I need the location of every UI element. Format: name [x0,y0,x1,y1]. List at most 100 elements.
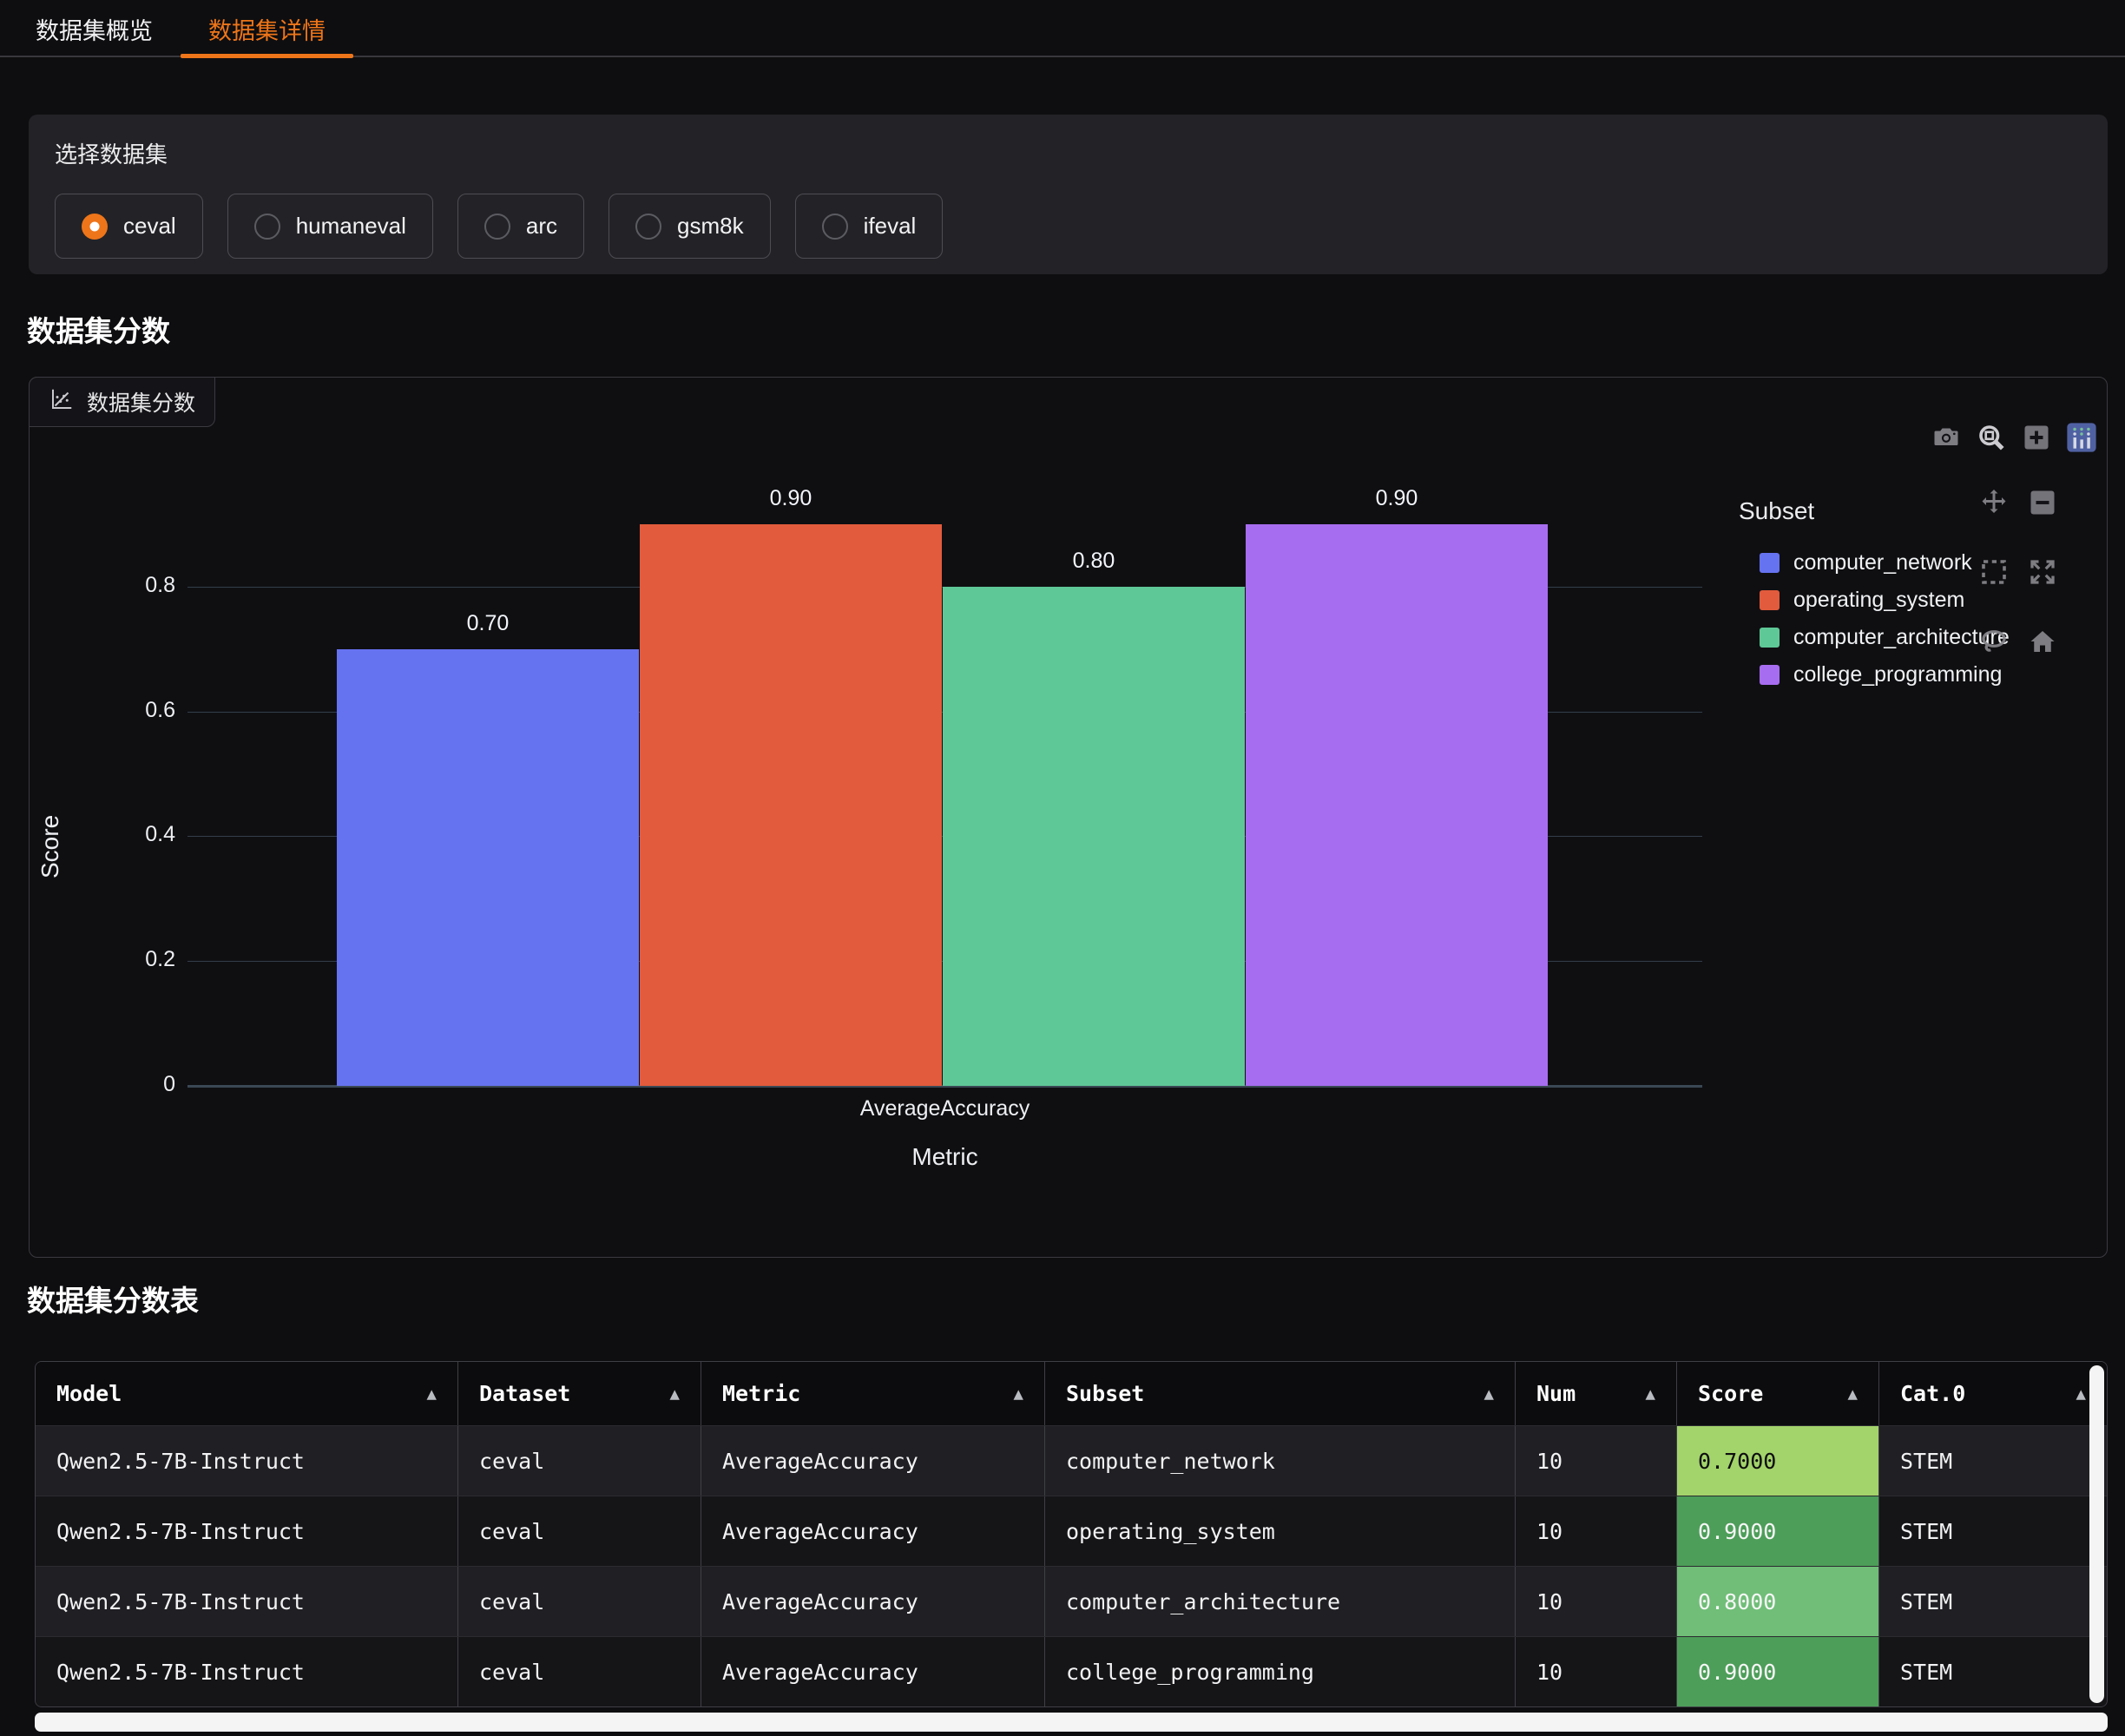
cell-cat0: STEM [1878,1426,2107,1496]
autoscale-icon[interactable] [2026,556,2059,589]
column-title: Cat.0 [1900,1381,1965,1406]
cell-dataset: ceval [457,1637,701,1706]
cell-cat0: STEM [1878,1567,2107,1636]
scatter-plot-icon [49,386,75,418]
radio-unselected-icon [484,214,510,240]
table-header-metric[interactable]: Metric ▲ [701,1362,1044,1425]
bar-college_programming[interactable] [1246,524,1548,1086]
column-title: Score [1698,1381,1763,1406]
cell-cat0: STEM [1878,1496,2107,1566]
dataset-radio-arc[interactable]: arc [457,194,584,259]
bar-operating_system[interactable] [640,524,942,1086]
cell-model: Qwen2.5-7B-Instruct [36,1637,457,1706]
cell-num: 10 [1515,1496,1676,1566]
cell-model: Qwen2.5-7B-Instruct [36,1567,457,1636]
cell-metric: AverageAccuracy [701,1496,1044,1566]
cell-metric: AverageAccuracy [701,1567,1044,1636]
y-axis-tick-label: 0.8 [30,573,175,598]
dataset-radio-ifeval[interactable]: ifeval [795,194,944,259]
plotly-logo-icon[interactable] [2065,421,2098,454]
tab-dataset-overview[interactable]: 数据集概览 [8,0,181,57]
camera-icon[interactable] [1930,421,1963,454]
table-row[interactable]: Qwen2.5-7B-InstructcevalAverageAccuracyo… [36,1496,2107,1566]
cell-metric: AverageAccuracy [701,1637,1044,1706]
plot-modebar [1930,421,2098,454]
table-header-dataset[interactable]: Dataset ▲ [457,1362,701,1425]
column-title: Model [56,1381,122,1406]
bar-value-label: 0.80 [943,549,1245,574]
legend-item-label: operating_system [1793,588,1964,613]
sort-asc-icon[interactable]: ▲ [2076,1384,2086,1404]
table-row[interactable]: Qwen2.5-7B-InstructcevalAverageAccuracyc… [36,1566,2107,1636]
zoom-icon[interactable] [1975,421,2008,454]
sort-asc-icon[interactable]: ▲ [1646,1384,1655,1404]
bar-value-label: 0.70 [337,611,639,636]
y-axis-tick-label: 0.2 [30,947,175,972]
box-select-icon[interactable] [1977,556,2010,589]
column-title: Subset [1066,1381,1144,1406]
table-header-cat-0[interactable]: Cat.0 ▲ [1878,1362,2107,1425]
pan-icon[interactable] [1977,486,2010,519]
sort-asc-icon[interactable]: ▲ [427,1384,437,1404]
chart-panel-label-text: 数据集分数 [87,386,195,418]
cell-dataset: ceval [457,1496,701,1566]
cell-num: 10 [1515,1567,1676,1636]
cell-score: 0.7000 [1676,1426,1878,1496]
table-header-subset[interactable]: Subset ▲ [1044,1362,1515,1425]
table-header-row: Model▲Dataset▲Metric▲Subset▲Num▲Score▲Ca… [36,1362,2107,1425]
chart-panel: 数据集分数 [29,377,2108,1258]
table-row[interactable]: Qwen2.5-7B-InstructcevalAverageAccuracyc… [36,1425,2107,1496]
column-title: Metric [722,1381,800,1406]
dataset-radio-group: ceval humaneval arc gsm8k ifeval [55,194,2082,259]
sort-asc-icon[interactable]: ▲ [1848,1384,1858,1404]
table-section-heading: 数据集分数表 [27,1280,2125,1321]
table-horizontal-scrollbar[interactable] [35,1713,2108,1732]
cell-subset: operating_system [1044,1496,1515,1566]
chart-panel-label: 数据集分数 [29,377,215,427]
cell-subset: college_programming [1044,1637,1515,1706]
cell-dataset: ceval [457,1567,701,1636]
column-title: Num [1536,1381,1576,1406]
dataset-radio-humaneval[interactable]: humaneval [227,194,433,259]
legend-swatch-icon [1760,590,1780,610]
cell-num: 10 [1515,1637,1676,1706]
dataset-radio-ceval[interactable]: ceval [55,194,203,259]
dataset-radio-label: ceval [123,213,176,240]
top-tabbar: 数据集概览 数据集详情 [0,0,2125,57]
sort-asc-icon[interactable]: ▲ [1484,1384,1494,1404]
dataset-selector-label: 选择数据集 [55,137,2082,169]
dataset-radio-label: ifeval [864,213,917,240]
table-header-score[interactable]: Score ▲ [1676,1362,1878,1425]
tab-dataset-details[interactable]: 数据集详情 [181,0,353,57]
sort-asc-icon[interactable]: ▲ [1014,1384,1023,1404]
dataset-radio-gsm8k[interactable]: gsm8k [609,194,771,259]
table-vertical-scrollbar[interactable] [2089,1365,2104,1703]
table-header-num[interactable]: Num ▲ [1515,1362,1676,1425]
table-header-model[interactable]: Model ▲ [36,1362,457,1425]
bar-value-label: 0.90 [1246,486,1548,511]
cell-dataset: ceval [457,1426,701,1496]
column-title: Dataset [479,1381,570,1406]
chart-section-heading: 数据集分数 [27,311,2125,352]
zoom-out-icon[interactable] [2026,486,2059,519]
reset-axes-icon[interactable] [2026,625,2059,658]
bar-value-label: 0.90 [640,486,942,511]
radio-selected-icon [82,214,108,240]
bar-computer_network[interactable] [337,649,639,1086]
table-body: Qwen2.5-7B-InstructcevalAverageAccuracyc… [36,1425,2107,1706]
tab-dataset-details-label: 数据集详情 [208,12,326,46]
table-row[interactable]: Qwen2.5-7B-InstructcevalAverageAccuracyc… [36,1636,2107,1706]
cell-score: 0.9000 [1676,1496,1878,1566]
y-axis-tick-label: 0.6 [30,698,175,723]
lasso-icon[interactable] [1977,625,2010,658]
radio-unselected-icon [635,214,661,240]
cell-score: 0.8000 [1676,1567,1878,1636]
x-axis-tick-label: AverageAccuracy [188,1096,1702,1121]
sort-asc-icon[interactable]: ▲ [670,1384,680,1404]
cell-subset: computer_network [1044,1426,1515,1496]
zoom-in-icon[interactable] [2020,421,2053,454]
dataset-selector-panel: 选择数据集 ceval humaneval arc gsm8k ifeval [29,115,2108,274]
cell-num: 10 [1515,1426,1676,1496]
bar-computer_architecture[interactable] [943,587,1245,1086]
cell-score: 0.9000 [1676,1637,1878,1706]
